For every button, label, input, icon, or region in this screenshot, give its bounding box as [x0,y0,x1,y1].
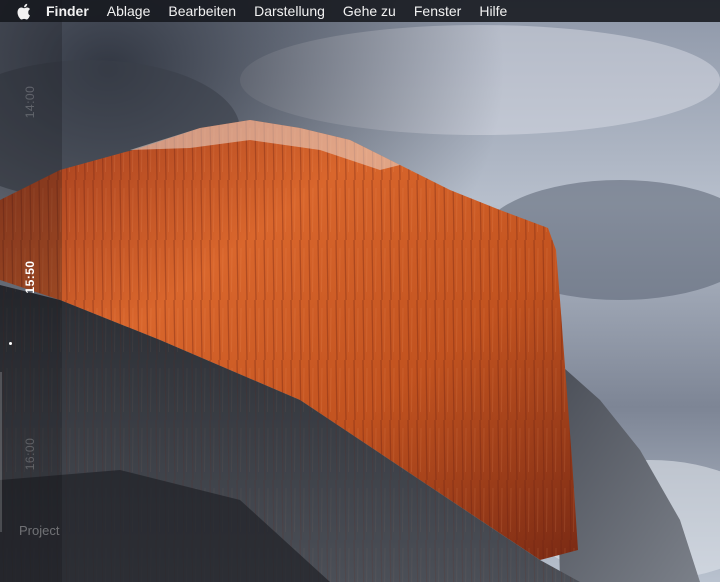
time-label-1400: 14:00 [23,85,37,119]
menu-finder[interactable]: Finder [46,0,89,22]
menu-darstellung[interactable]: Darstellung [254,0,325,22]
menu-bar: Finder Ablage Bearbeiten Darstellung Geh… [0,0,720,22]
time-label-1600: 16:00 [23,437,37,471]
menu-hilfe[interactable]: Hilfe [479,0,507,22]
menu-bearbeiten[interactable]: Bearbeiten [168,0,236,22]
current-time-dot [9,342,12,345]
apple-logo-icon[interactable] [16,2,32,20]
menu-fenster[interactable]: Fenster [414,0,461,22]
project-label[interactable]: Project [19,523,59,538]
current-time-label: 15:50 [23,260,37,294]
desktop-wallpaper [0,0,720,582]
el-capitan-wallpaper [0,0,720,582]
timeline-track [0,372,2,532]
menu-ablage[interactable]: Ablage [107,0,151,22]
menu-gehe-zu[interactable]: Gehe zu [343,0,396,22]
timeline-sidebar: 14:00 15:50 16:00 Project [0,22,62,582]
